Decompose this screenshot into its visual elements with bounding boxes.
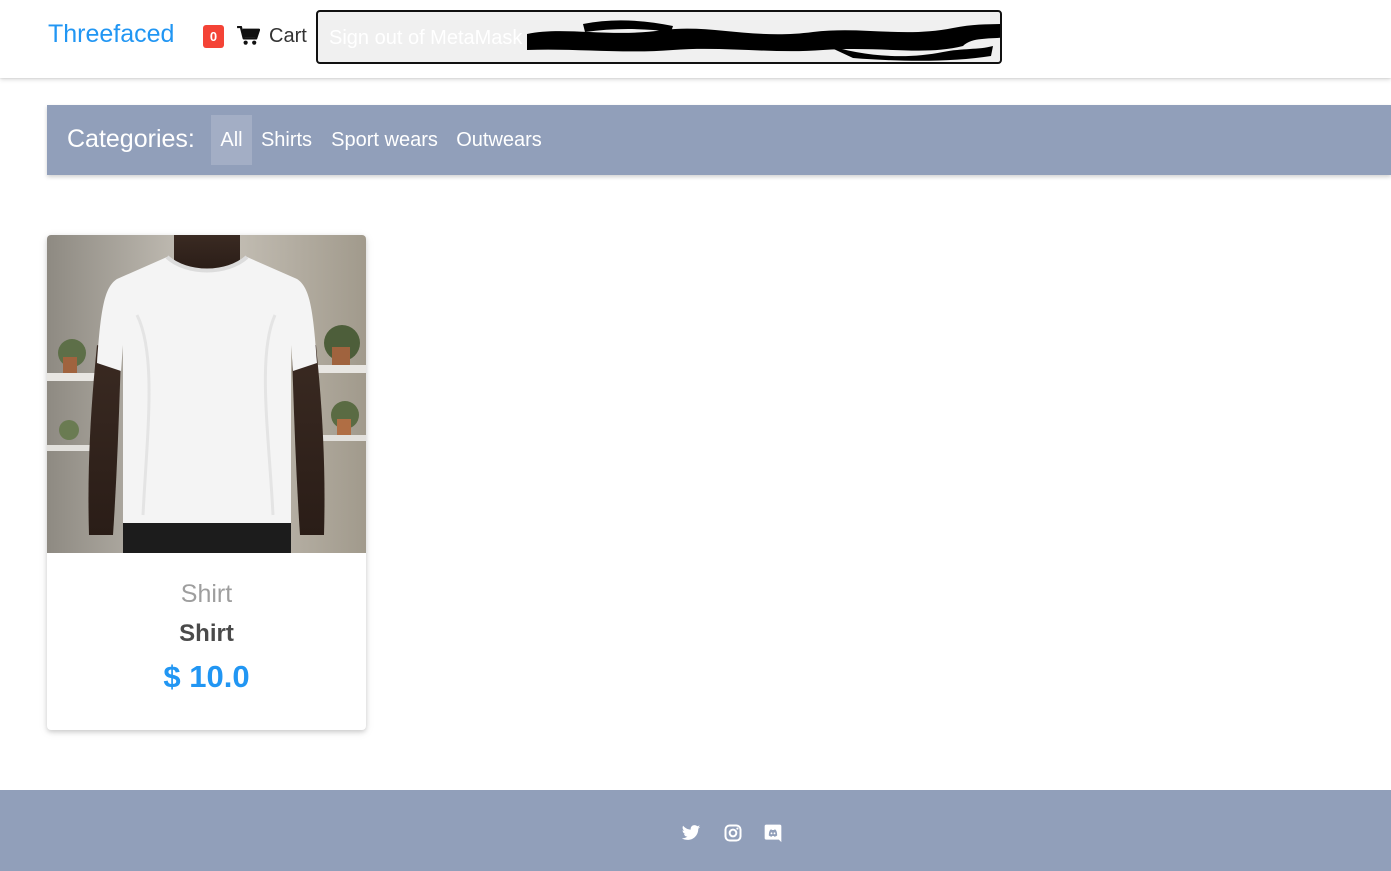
product-name: Shirt: [179, 620, 234, 647]
category-all[interactable]: All: [211, 115, 252, 165]
instagram-icon[interactable]: [723, 823, 743, 843]
category-sport-wears[interactable]: Sport wears: [329, 115, 440, 165]
categories-bar: Categories: All Shirts Sport wears Outwe…: [47, 105, 1391, 175]
category-shirts[interactable]: Shirts: [258, 115, 315, 165]
categories-title: Categories:: [67, 125, 195, 153]
footer: [0, 790, 1391, 871]
brand-link[interactable]: Threefaced: [48, 20, 174, 49]
top-navbar: Threefaced 0 Cart Sign out of MetaMask: [0, 0, 1391, 78]
discord-icon[interactable]: [763, 823, 783, 843]
cart-count-badge[interactable]: 0: [203, 25, 224, 48]
redaction-mark: [527, 20, 1000, 61]
cart-link[interactable]: Cart: [237, 22, 307, 50]
category-outwears[interactable]: Outwears: [455, 115, 543, 165]
product-category: Shirt: [180, 580, 233, 608]
product-price: $ 10.0: [163, 659, 250, 694]
product-image: [47, 235, 366, 553]
product-card[interactable]: Shirt Shirt $ 10.0: [47, 235, 366, 730]
shopping-cart-icon: [237, 26, 260, 45]
page: Threefaced 0 Cart Sign out of MetaMask C…: [0, 0, 1391, 871]
sign-out-label: Sign out of MetaMask: [329, 27, 523, 49]
twitter-icon[interactable]: [681, 823, 701, 843]
sign-out-metamask-button[interactable]: Sign out of MetaMask: [316, 10, 1002, 64]
cart-label: Cart: [269, 24, 307, 47]
